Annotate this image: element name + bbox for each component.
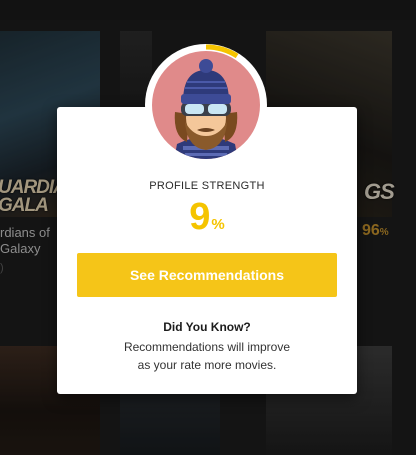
avatar-svg	[152, 44, 260, 159]
profile-avatar	[145, 44, 267, 166]
profile-strength-value: 9%	[57, 197, 357, 237]
strength-unit: %	[211, 216, 225, 233]
see-recommendations-button[interactable]: See Recommendations	[77, 253, 337, 297]
strength-number: 9	[189, 196, 211, 238]
did-you-know-line: as your rate more movies.	[137, 358, 277, 372]
profile-strength-label: PROFILE STRENGTH	[149, 180, 265, 192]
bearded-skier-avatar-icon	[152, 51, 260, 159]
did-you-know-text: Recommendations will improve as your rat…	[57, 338, 357, 374]
did-you-know-title: Did You Know?	[163, 320, 251, 334]
did-you-know-line: Recommendations will improve	[123, 340, 291, 354]
